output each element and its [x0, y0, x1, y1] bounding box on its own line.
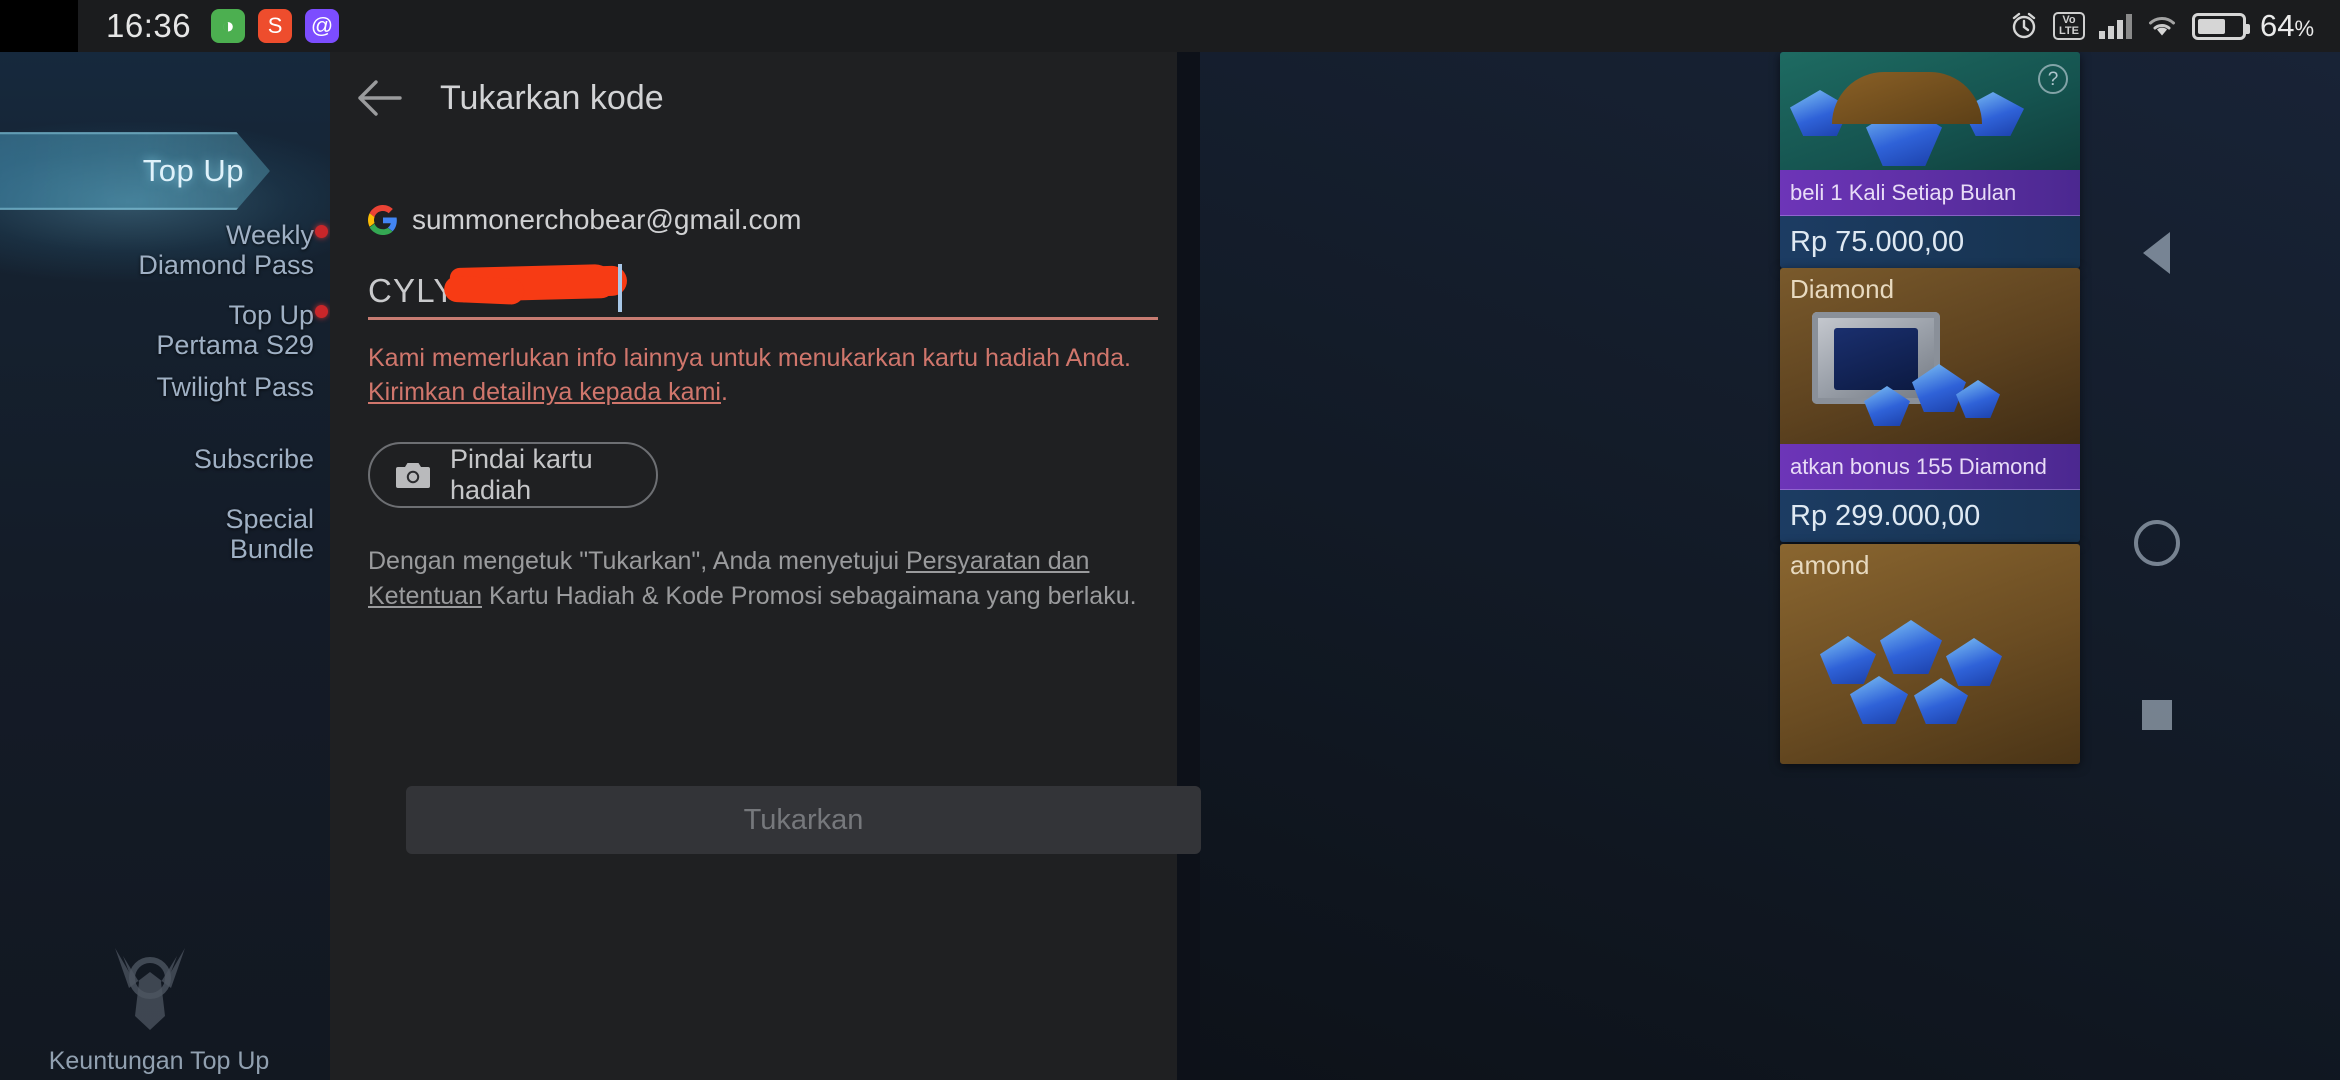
offer-card-ribbon: atkan bonus 155 Diamond: [1780, 444, 2080, 490]
shopee-app-icon: S: [258, 9, 293, 43]
text-caret: [618, 264, 622, 312]
battery-percent-symbol: %: [2294, 16, 2314, 41]
sidebar-item-twilight-pass[interactable]: Twilight Pass: [64, 372, 314, 402]
battery-percent-value: 64: [2259, 8, 2295, 43]
notification-dot: [315, 305, 328, 318]
nav-arrow-left-icon[interactable]: [2143, 232, 2170, 274]
scan-gift-card-button[interactable]: Pindai kartu hadiah: [368, 441, 658, 508]
wifi-icon: [2148, 17, 2175, 36]
top-up-benefits-label[interactable]: Keuntungan Top Up: [0, 1047, 318, 1076]
status-bar: 16:36 ◑ S @ Vo LTE 64%: [0, 0, 2340, 52]
offer-card-rail: ? beli 1 Kali Setiap Bulan Rp 75.000,00 …: [1780, 52, 2080, 1080]
purple-glyph: @: [310, 13, 334, 38]
error-message-text: Kami memerlukan info lainnya untuk menuk…: [368, 344, 1131, 372]
offer-card[interactable]: Diamond atkan bonus 155 Diamond Rp 299.0…: [1780, 268, 2080, 542]
terms-prefix: Dengan mengetuk "Tukarkan", Anda menyetu…: [368, 546, 906, 575]
account-row[interactable]: summonerchobear@gmail.com: [368, 204, 1158, 236]
redeem-code-sheet: Tukarkan kode summonerchobear@gmail.com …: [330, 52, 1201, 1080]
green-cat-app-icon: ◑: [211, 9, 246, 43]
terms-text: Dengan mengetuk "Tukarkan", Anda menyetu…: [368, 544, 1158, 614]
green-cat-glyph: ◑: [221, 13, 235, 38]
sidebar-item-top-up-pertama[interactable]: Top Up Pertama S29: [64, 300, 328, 361]
game-left-menu: Top Up Weekly Diamond Pass Top Up Pertama …: [0, 52, 380, 1080]
google-g-icon: [368, 205, 397, 235]
volte-icon: Vo LTE: [2052, 12, 2085, 40]
redeem-button[interactable]: Tukarkan: [406, 786, 1201, 854]
camera-icon: [396, 462, 430, 488]
send-details-link[interactable]: Kirimkan detailnya kepada kami: [368, 378, 721, 406]
dialog-header: Tukarkan kode: [330, 52, 1177, 144]
account-email: summonerchobear@gmail.com: [412, 204, 802, 235]
notification-dot: [315, 225, 328, 238]
nav-circle-icon[interactable]: [2134, 520, 2180, 566]
sidebar-item-subscribe[interactable]: Subscribe: [64, 444, 314, 474]
camera-notch: [0, 0, 78, 52]
sidebar-item-label: Top Up Pertama S29: [156, 300, 314, 361]
volte-bottom: LTE: [2058, 25, 2079, 37]
sidebar-item-label: Special Bundle: [225, 504, 314, 565]
sidebar-item-label: Top Up: [142, 153, 244, 188]
screen-root: ? beli 1 Kali Setiap Bulan Rp 75.000,00 …: [0, 0, 2340, 1080]
alarm-clock-icon: [2012, 12, 2036, 39]
winged-emblem-icon: [115, 948, 185, 1030]
purple-at-app-icon: @: [305, 9, 340, 43]
sidebar-item-special-bundle[interactable]: Special Bundle: [64, 504, 314, 564]
page-title: Tukarkan kode: [440, 78, 664, 117]
offer-card[interactable]: ? beli 1 Kali Setiap Bulan Rp 75.000,00: [1780, 52, 2080, 268]
offer-card-ribbon: beli 1 Kali Setiap Bulan: [1780, 170, 2080, 216]
offer-card-price: Rp 299.000,00: [1780, 490, 2080, 542]
game-right-panel: [1200, 52, 2340, 1080]
battery-icon: [2191, 12, 2250, 40]
offer-card[interactable]: amond: [1780, 544, 2080, 764]
sidebar-item-label: Twilight Pass: [156, 372, 314, 402]
scan-gift-card-label: Pindai kartu hadiah: [450, 443, 593, 505]
code-input-underline: [368, 317, 1158, 320]
terms-suffix: Kartu Hadiah & Kode Promosi sebagaimana …: [482, 581, 1137, 610]
error-message-suffix: .: [720, 377, 728, 406]
help-question-icon[interactable]: ?: [2038, 64, 2068, 94]
status-time: 16:36: [106, 7, 192, 44]
battery-percent: 64%: [2260, 8, 2314, 44]
sidebar-item-weekly-diamond-pass[interactable]: Weekly Diamond Pass: [64, 220, 328, 281]
diamond-heap-art: amond: [1780, 544, 2080, 764]
code-input[interactable]: CYLY57: [368, 262, 1158, 320]
back-arrow-icon[interactable]: [352, 70, 408, 126]
diamond-pile-art: ?: [1780, 52, 2080, 170]
notification-icons: ◑ S @: [211, 9, 340, 43]
sidebar-item-label: Weekly Diamond Pass: [138, 220, 314, 281]
offer-card-title: Diamond: [1790, 274, 1895, 304]
nav-square-icon[interactable]: [2142, 700, 2172, 730]
offer-card-price: Rp 75.000,00: [1780, 216, 2080, 268]
diamond-safe-art: Diamond: [1780, 268, 2080, 444]
shopee-glyph: S: [267, 13, 283, 38]
status-right-icons: Vo LTE 64%: [2009, 8, 2340, 44]
redaction-scribble: [449, 263, 616, 303]
dialog-content: summonerchobear@gmail.com CYLY57 Kami me…: [368, 204, 1201, 854]
error-message: Kami memerlukan info lainnya untuk menuk…: [368, 342, 1158, 410]
offer-card-title: amond: [1790, 550, 1870, 580]
sidebar-item-top-up[interactable]: Top Up: [0, 132, 270, 210]
cellular-signal-icon: [2098, 13, 2132, 39]
sidebar-item-label: Subscribe: [193, 444, 314, 474]
